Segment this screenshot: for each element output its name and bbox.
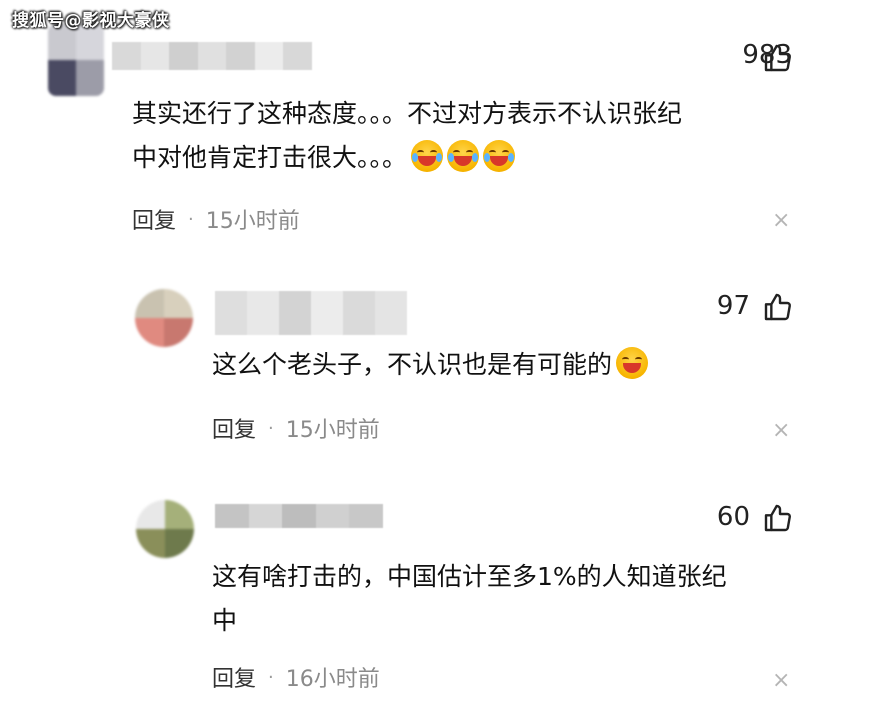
watermark: 搜狐号@影视大豪侠	[12, 11, 170, 31]
separator-dot: ·	[188, 208, 194, 230]
reply-button[interactable]: 回复	[212, 661, 256, 693]
close-icon[interactable]: ×	[772, 208, 790, 233]
timestamp: 15小时前	[205, 209, 300, 234]
username-blurred[interactable]	[215, 291, 407, 335]
laughing-tears-emoji	[483, 140, 516, 172]
avatar[interactable]	[48, 24, 104, 96]
username-blurred[interactable]	[112, 42, 312, 70]
comment-line: 其实还行了这种态度。。。不过对方表示不认识张纪	[132, 99, 683, 128]
comment-text: 这有啥打击的，中国估计至多1%的人知道张纪 中	[212, 555, 812, 643]
like-count: 97	[716, 291, 750, 321]
avatar[interactable]	[136, 500, 194, 558]
laughing-tears-emoji	[447, 140, 480, 172]
like-counter[interactable]: 60	[717, 502, 750, 532]
comment-line: 中对他肯定打击很大。。。	[132, 136, 812, 180]
reply-button[interactable]: 回复	[132, 203, 176, 235]
separator-dot: ·	[268, 666, 274, 688]
laughing-tears-emoji	[411, 140, 444, 172]
grinning-emoji	[616, 347, 649, 379]
timestamp: 15小时前	[285, 418, 380, 443]
comment-line: 这么个老头子，不认识也是有可能的	[212, 343, 812, 387]
like-count: 60	[716, 502, 750, 532]
thumbs-up-icon[interactable]	[762, 42, 794, 78]
reply-button[interactable]: 回复	[212, 412, 256, 444]
username-blurred[interactable]	[215, 504, 383, 528]
thumbs-up-icon[interactable]	[762, 502, 794, 538]
comment-text: 这么个老头子，不认识也是有可能的	[212, 343, 812, 387]
like-counter[interactable]: 97	[717, 291, 750, 321]
comment-line: 中	[212, 606, 238, 635]
comment-line: 这有啥打击的，中国估计至多1%的人知道张纪	[212, 562, 727, 591]
avatar[interactable]	[135, 289, 193, 347]
timestamp: 16小时前	[285, 667, 380, 692]
close-icon[interactable]: ×	[772, 668, 790, 693]
thumbs-up-icon[interactable]	[762, 291, 794, 327]
comment-text: 其实还行了这种态度。。。不过对方表示不认识张纪 中对他肯定打击很大。。。	[132, 92, 812, 180]
separator-dot: ·	[268, 417, 274, 439]
close-icon[interactable]: ×	[772, 418, 790, 443]
